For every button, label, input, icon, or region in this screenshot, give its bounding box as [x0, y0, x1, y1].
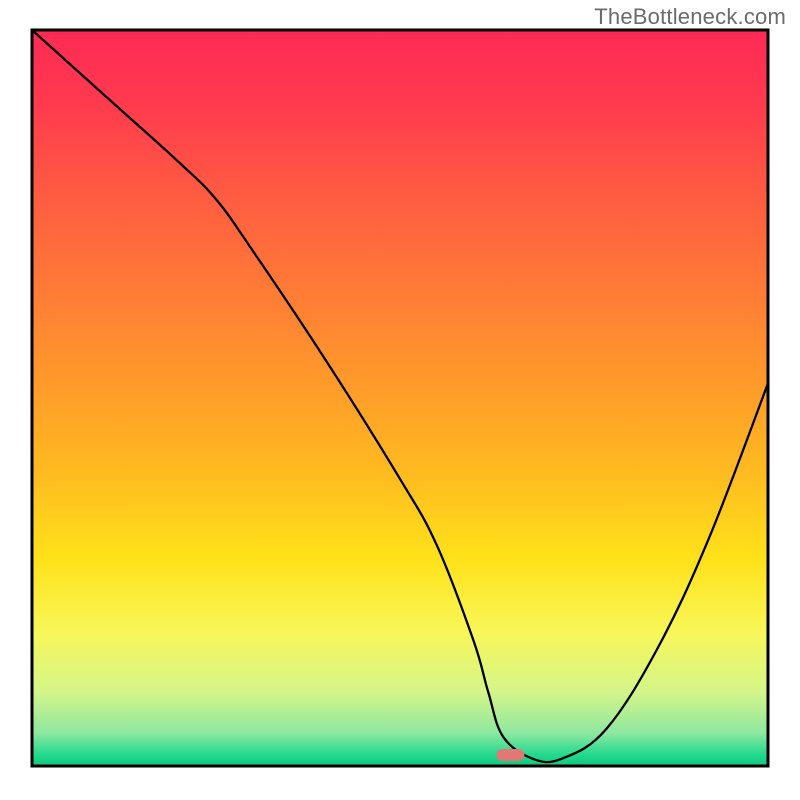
- chart-area: [30, 28, 770, 768]
- bottleneck-marker: [496, 749, 524, 761]
- chart-background: [32, 30, 768, 766]
- watermark-text: TheBottleneck.com: [594, 4, 786, 30]
